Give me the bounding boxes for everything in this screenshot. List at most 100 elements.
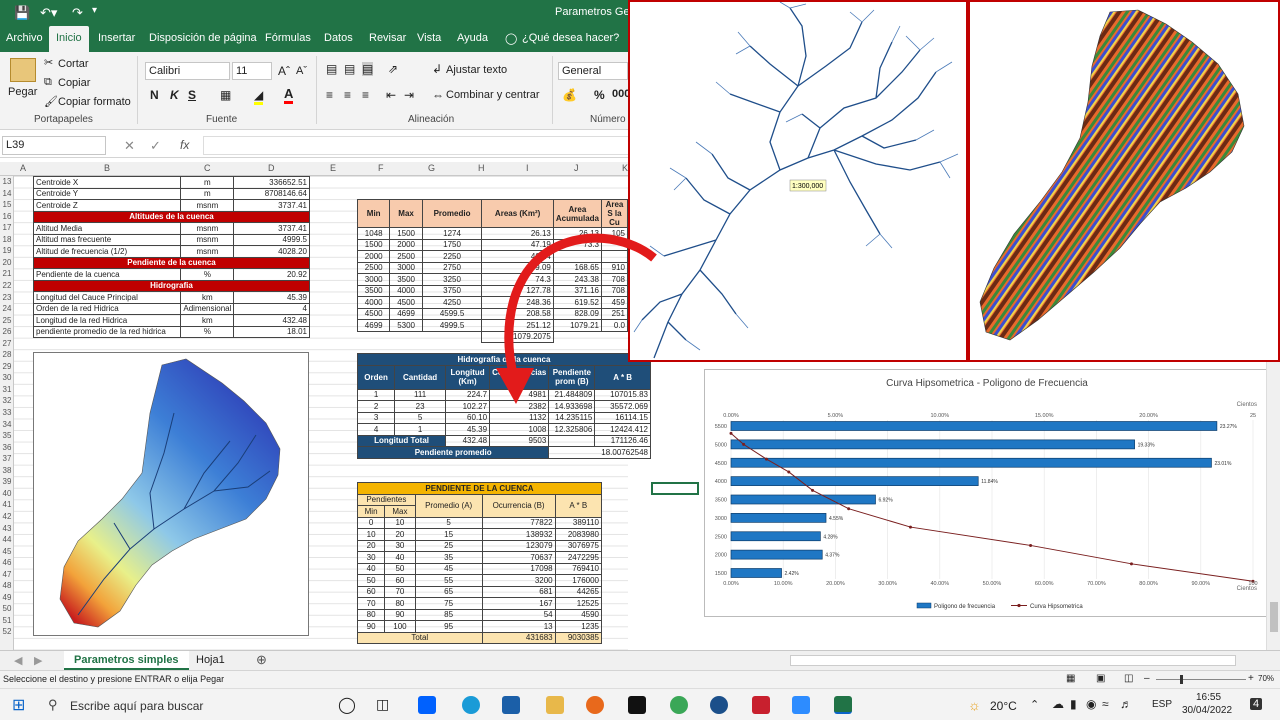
- wrap-text-button[interactable]: Ajustar texto: [446, 64, 507, 76]
- row-header[interactable]: 14: [0, 189, 14, 198]
- customize-qat-icon[interactable]: ▾: [92, 5, 97, 16]
- align-center-icon[interactable]: ≡: [344, 88, 351, 102]
- row-header[interactable]: 31: [0, 385, 14, 394]
- slope-relief-panel[interactable]: [968, 0, 1280, 362]
- formula-input[interactable]: [203, 136, 630, 155]
- row-header[interactable]: 23: [0, 293, 14, 302]
- page-layout-icon[interactable]: ▣: [1096, 673, 1105, 684]
- copy-button[interactable]: Copiar: [58, 77, 90, 89]
- align-bottom-icon[interactable]: ▤: [362, 62, 374, 76]
- font-size-select[interactable]: 11: [232, 62, 272, 80]
- align-right-icon[interactable]: ≡: [362, 88, 369, 102]
- hypsometric-chart[interactable]: Curva Hipsometrica - Poligono de Frecuen…: [704, 369, 1268, 617]
- insert-function-icon[interactable]: fx: [180, 138, 189, 152]
- col-header[interactable]: G: [428, 163, 435, 173]
- col-header[interactable]: C: [204, 163, 211, 173]
- sheet-tab-parametros[interactable]: Parametros simples: [64, 651, 189, 670]
- zoom-slider[interactable]: [1156, 679, 1246, 680]
- row-header[interactable]: 51: [0, 616, 14, 625]
- col-header[interactable]: E: [330, 163, 336, 173]
- undo-icon[interactable]: ↶▾: [40, 5, 57, 21]
- tab-revisar[interactable]: Revisar: [369, 32, 406, 44]
- shrink-font-icon[interactable]: Aˇ: [296, 65, 307, 77]
- row-header[interactable]: 18: [0, 235, 14, 244]
- tab-formulas[interactable]: Fórmulas: [265, 32, 311, 44]
- camera-icon[interactable]: ◉: [1086, 697, 1096, 711]
- redo-icon[interactable]: ↷: [72, 5, 83, 21]
- cancel-icon[interactable]: ✕: [124, 138, 135, 154]
- page-break-icon[interactable]: ◫: [1124, 673, 1133, 684]
- percent-icon[interactable]: %: [594, 88, 605, 102]
- tab-vista[interactable]: Vista: [417, 32, 441, 44]
- taskbar-search-box[interactable]: Escribe aquí para buscar: [70, 699, 203, 713]
- row-header[interactable]: 43: [0, 524, 14, 533]
- tab-archivo[interactable]: Archivo: [6, 32, 43, 44]
- save-icon[interactable]: 💾: [14, 5, 30, 21]
- col-header[interactable]: J: [574, 163, 579, 173]
- chrome-icon[interactable]: [670, 696, 688, 714]
- browser-icon[interactable]: [710, 696, 728, 714]
- row-header[interactable]: 52: [0, 627, 14, 636]
- row-header[interactable]: 42: [0, 512, 14, 521]
- next-sheet-icon[interactable]: ▶: [34, 654, 42, 667]
- add-sheet-icon[interactable]: ⊕: [256, 652, 267, 668]
- tab-ayuda[interactable]: Ayuda: [457, 32, 488, 44]
- col-header[interactable]: D: [268, 163, 275, 173]
- battery-icon[interactable]: ▮: [1070, 697, 1077, 711]
- notion-icon[interactable]: [628, 696, 646, 714]
- row-header[interactable]: 15: [0, 200, 14, 209]
- tab-datos[interactable]: Datos: [324, 32, 353, 44]
- file-explorer-icon[interactable]: [546, 696, 564, 714]
- vertical-scroll-thumb[interactable]: [1270, 602, 1278, 632]
- row-header[interactable]: 32: [0, 396, 14, 405]
- increase-indent-icon[interactable]: ⇥: [404, 88, 414, 102]
- grow-font-icon[interactable]: Aˆ: [278, 64, 290, 78]
- mail-icon[interactable]: [502, 696, 520, 714]
- col-header[interactable]: I: [526, 163, 529, 173]
- acrobat-icon[interactable]: [752, 696, 770, 714]
- tray-app-icon[interactable]: ☁: [1052, 697, 1064, 711]
- row-header[interactable]: 37: [0, 454, 14, 463]
- horizontal-scrollbar[interactable]: [790, 655, 1236, 666]
- task-view-icon[interactable]: ◯: [338, 695, 356, 715]
- row-header[interactable]: 33: [0, 408, 14, 417]
- row-header[interactable]: 40: [0, 489, 14, 498]
- col-header[interactable]: B: [104, 163, 110, 173]
- tab-disposicion[interactable]: Disposición de página: [149, 32, 257, 44]
- row-header[interactable]: 17: [0, 223, 14, 232]
- row-header[interactable]: 22: [0, 281, 14, 290]
- windows-start-icon[interactable]: ⊞: [12, 695, 25, 715]
- row-header[interactable]: 30: [0, 373, 14, 382]
- selected-cell[interactable]: [651, 482, 699, 495]
- col-header[interactable]: F: [378, 163, 384, 173]
- dropbox-icon[interactable]: [418, 696, 436, 714]
- row-header[interactable]: 27: [0, 339, 14, 348]
- row-header[interactable]: 44: [0, 535, 14, 544]
- orientation-icon[interactable]: ⇗: [388, 62, 398, 76]
- row-header[interactable]: 26: [0, 327, 14, 336]
- zoom-level[interactable]: 70%: [1258, 674, 1274, 683]
- vertical-scrollbar[interactable]: [1266, 362, 1280, 650]
- tray-chevron-icon[interactable]: ⌃: [1030, 698, 1039, 711]
- underline-icon[interactable]: S: [188, 88, 196, 102]
- row-header[interactable]: 39: [0, 477, 14, 486]
- font-name-select[interactable]: Calibri: [145, 62, 230, 80]
- row-header[interactable]: 21: [0, 269, 14, 278]
- cut-button[interactable]: Cortar: [58, 58, 89, 70]
- col-header[interactable]: A: [20, 163, 26, 173]
- row-header[interactable]: 45: [0, 547, 14, 556]
- zoom-out-icon[interactable]: –: [1144, 673, 1150, 684]
- borders-icon[interactable]: ▦: [220, 88, 231, 102]
- zoom-slider-thumb[interactable]: [1180, 675, 1183, 684]
- font-color-icon[interactable]: A: [284, 86, 294, 104]
- row-header[interactable]: 47: [0, 570, 14, 579]
- normal-view-icon[interactable]: ▦: [1066, 673, 1075, 684]
- wifi-icon[interactable]: ≈: [1102, 697, 1109, 711]
- name-box[interactable]: L39: [2, 136, 106, 155]
- row-header[interactable]: 20: [0, 258, 14, 267]
- volume-icon[interactable]: ♬: [1120, 697, 1132, 711]
- align-top-icon[interactable]: ▤: [326, 62, 337, 76]
- tell-me-search[interactable]: ¿Qué desea hacer?: [522, 32, 619, 44]
- paste-button[interactable]: Pegar: [8, 86, 37, 98]
- row-header[interactable]: 29: [0, 362, 14, 371]
